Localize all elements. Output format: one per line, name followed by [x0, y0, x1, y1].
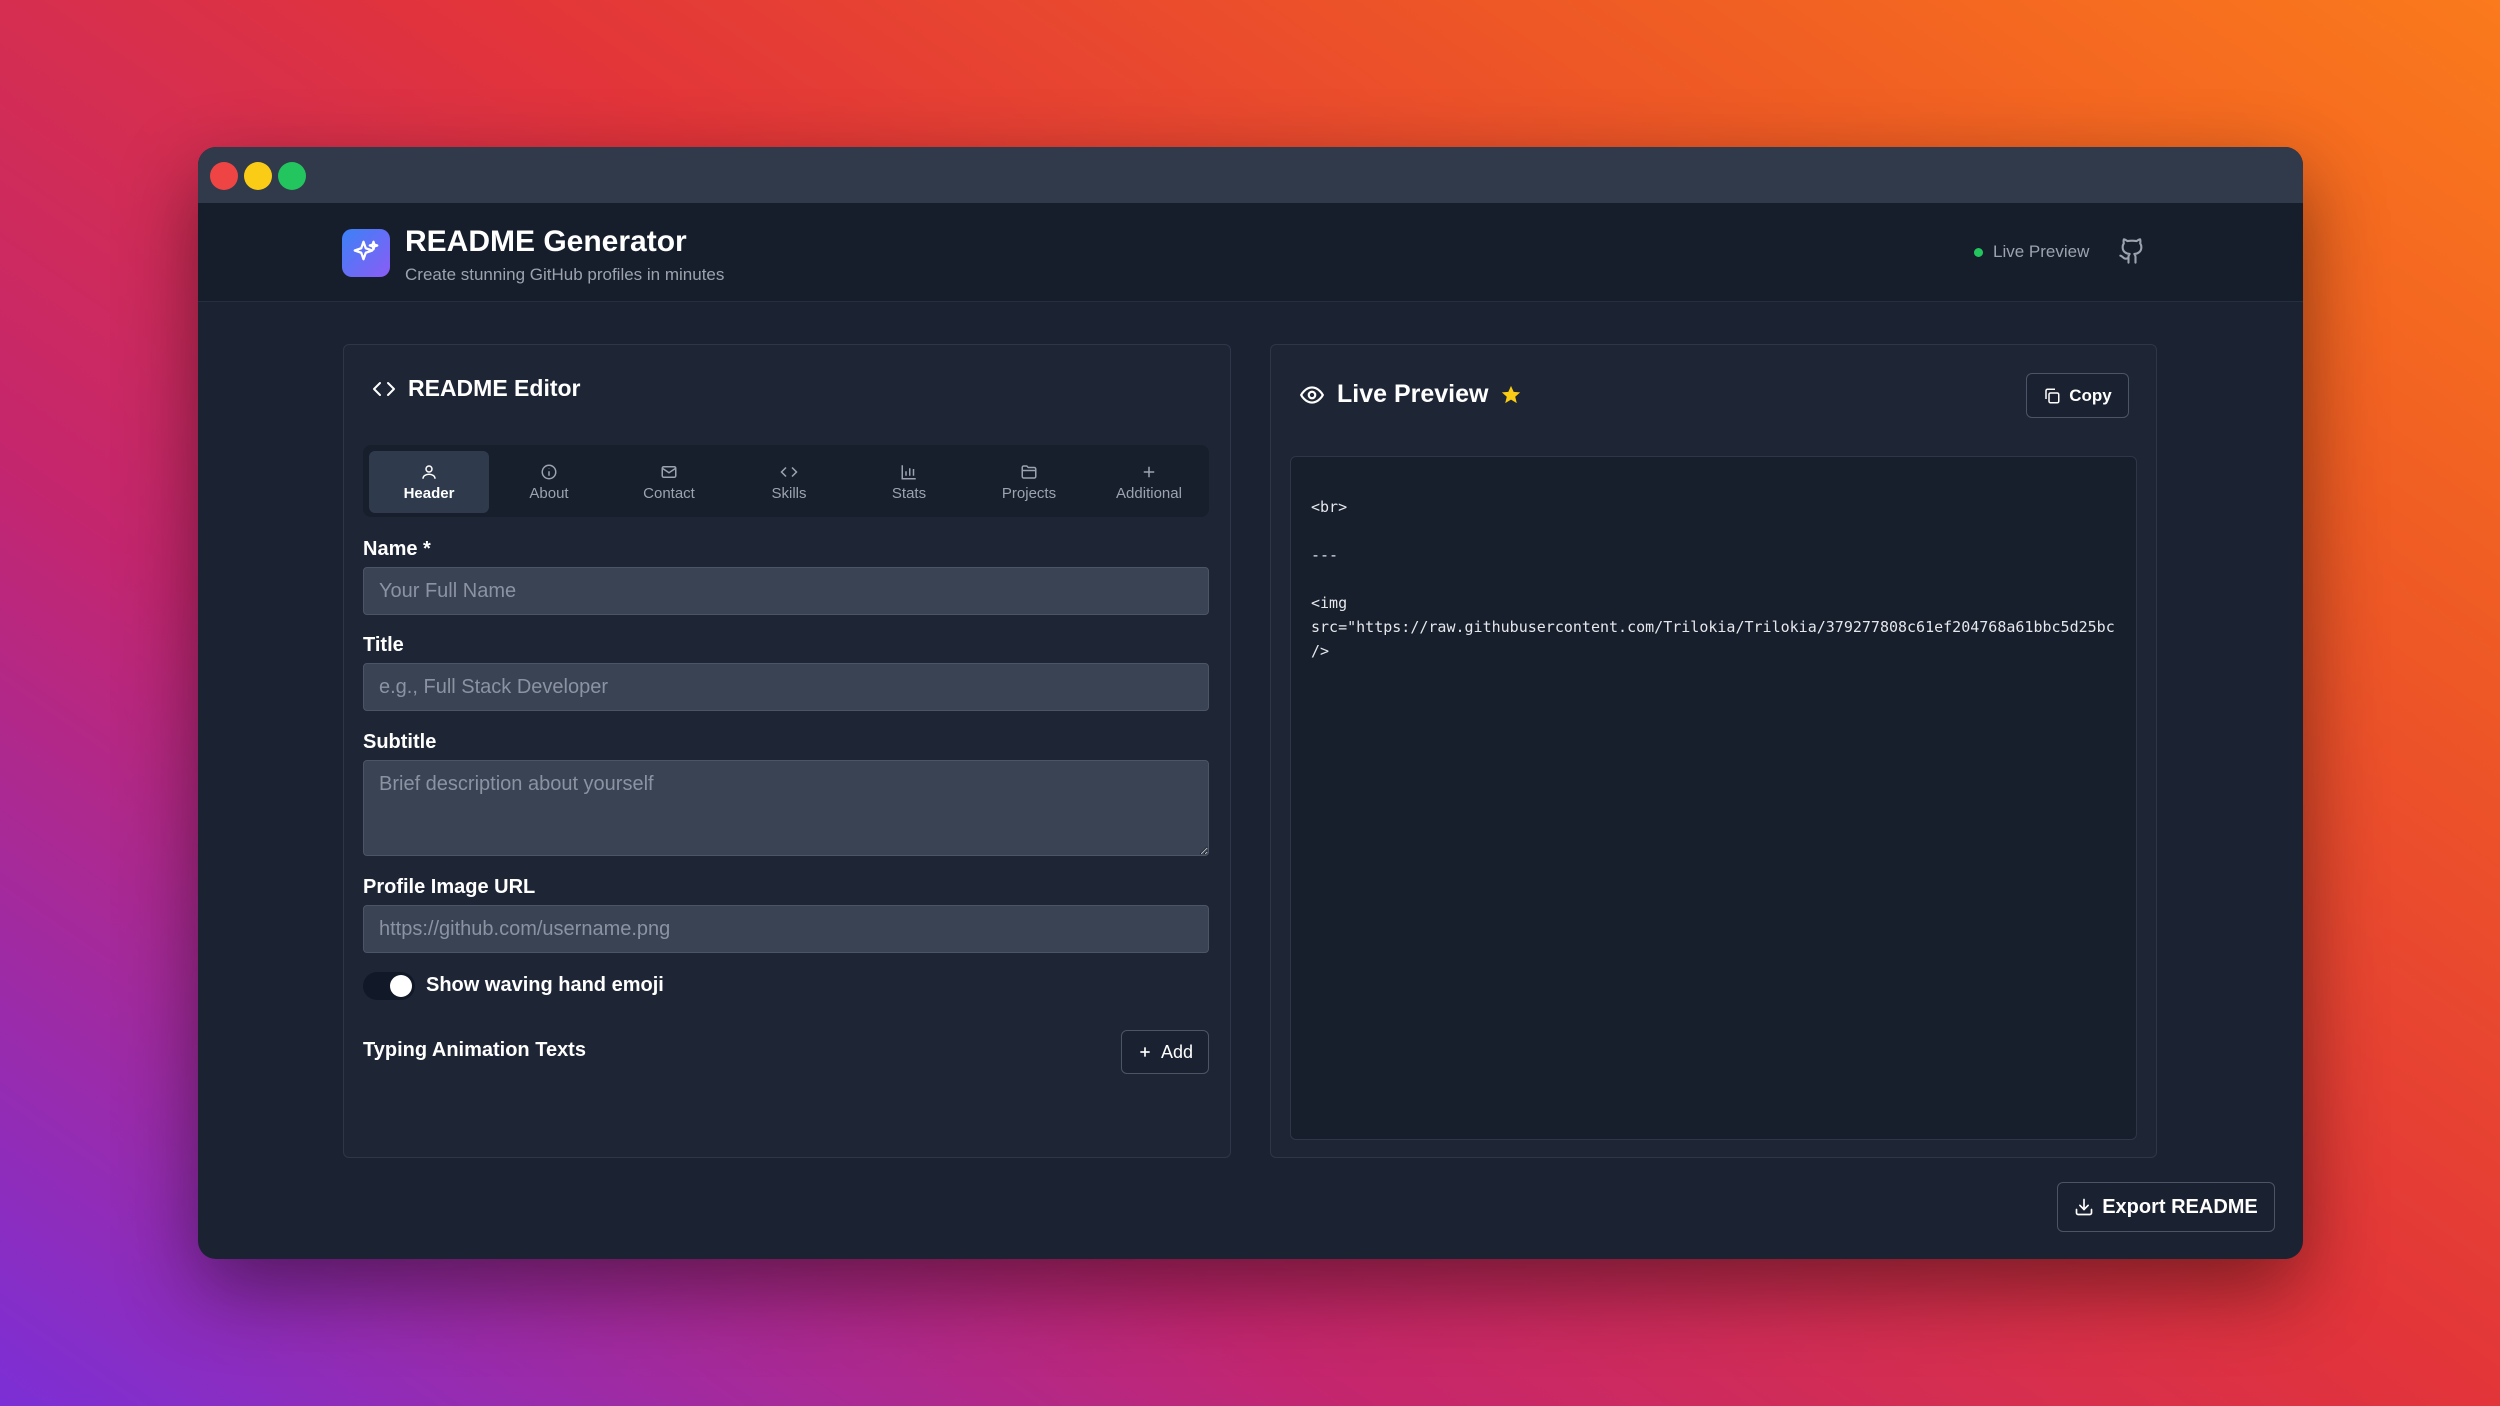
close-window-button[interactable]	[210, 162, 238, 190]
copy-icon	[2045, 388, 2060, 403]
markdown-output[interactable]: <br> --- <img src="https://raw.githubuse…	[1290, 456, 2137, 1140]
code-line: <img	[1311, 594, 1348, 612]
preview-title: Live Preview	[1337, 380, 1489, 408]
editor-tabs: Header About Contact Skills Stats Projec…	[363, 445, 1209, 517]
app-window: README Generator Create stunning GitHub …	[198, 147, 2303, 1259]
code-icon	[780, 466, 798, 477]
profile-image-url-input[interactable]	[363, 905, 1209, 953]
code-line: src="https://raw.githubusercontent.com/T…	[1311, 618, 2115, 636]
folder-icon	[1021, 464, 1037, 479]
tab-label: About	[529, 484, 569, 502]
tab-contact[interactable]: Contact	[609, 451, 729, 513]
maximize-window-button[interactable]	[278, 162, 306, 190]
code-line: ---	[1311, 546, 1339, 564]
code-icon	[373, 381, 395, 396]
tab-stats[interactable]: Stats	[849, 451, 969, 513]
sparkles-icon	[342, 229, 390, 277]
mail-icon	[661, 465, 677, 478]
subtitle-textarea[interactable]	[363, 760, 1209, 856]
minimize-window-button[interactable]	[244, 162, 272, 190]
tab-label: Contact	[643, 484, 695, 502]
name-input[interactable]	[363, 567, 1209, 615]
title-label: Title	[363, 634, 404, 656]
tab-skills[interactable]: Skills	[729, 451, 849, 513]
live-preview-status: Live Preview	[1974, 242, 2089, 262]
waving-hand-toggle-label: Show waving hand emoji	[426, 974, 664, 996]
add-typing-text-button[interactable]: Add	[1121, 1030, 1209, 1074]
profile-image-label: Profile Image URL	[363, 876, 536, 898]
subtitle-label: Subtitle	[363, 731, 437, 753]
plus-icon	[1143, 466, 1155, 477]
readme-editor-panel: README Editor Header About Contact Skill…	[343, 344, 1231, 1158]
toggle-knob	[390, 975, 412, 997]
app-subtitle: Create stunning GitHub profiles in minut…	[405, 265, 725, 284]
download-icon	[2075, 1198, 2093, 1216]
tab-label: Projects	[1001, 484, 1057, 502]
waving-hand-toggle[interactable]	[363, 972, 415, 1000]
app-title: README Generator	[405, 225, 687, 258]
tab-label: Header	[403, 484, 455, 502]
add-button-label: Add	[1160, 1041, 1194, 1062]
tab-label: Skills	[771, 484, 807, 502]
tab-about[interactable]: About	[489, 451, 609, 513]
tab-label: Stats	[891, 484, 927, 502]
tab-label: Additional	[1116, 484, 1182, 502]
tab-header[interactable]: Header	[369, 451, 489, 513]
live-preview-status-label: Live Preview	[1993, 242, 2090, 261]
export-button-label: Export README	[2102, 1195, 2258, 1218]
typing-animation-label: Typing Animation Texts	[363, 1039, 586, 1061]
copy-button-label: Copy	[2069, 385, 2112, 405]
status-dot	[1974, 247, 1983, 257]
bar-chart-icon	[901, 464, 916, 479]
star-icon	[1502, 385, 1521, 403]
editor-heading: README Editor	[372, 375, 581, 402]
markdown-code: <br> --- <img src="https://raw.githubuse…	[1311, 495, 2136, 663]
code-line: />	[1311, 642, 1330, 660]
copy-button[interactable]: Copy	[2026, 373, 2129, 418]
code-line: <br>	[1311, 498, 1348, 516]
title-bar	[198, 147, 2303, 203]
live-preview-panel: Live Preview Copy <br> --- <img src="htt…	[1270, 344, 2157, 1158]
plus-icon	[1140, 1047, 1150, 1057]
preview-heading: Live Preview	[1299, 380, 1522, 409]
editor-title: README Editor	[408, 375, 581, 401]
tab-additional[interactable]: Additional	[1089, 451, 1209, 513]
user-icon	[422, 464, 436, 479]
name-label: Name *	[363, 538, 431, 560]
tab-projects[interactable]: Projects	[969, 451, 1089, 513]
eye-icon	[1299, 385, 1325, 404]
title-input[interactable]	[363, 663, 1209, 711]
info-icon	[541, 464, 557, 479]
export-readme-button[interactable]: Export README	[2057, 1182, 2275, 1232]
app-header: README Generator Create stunning GitHub …	[198, 203, 2303, 302]
github-icon[interactable]	[2118, 237, 2146, 265]
